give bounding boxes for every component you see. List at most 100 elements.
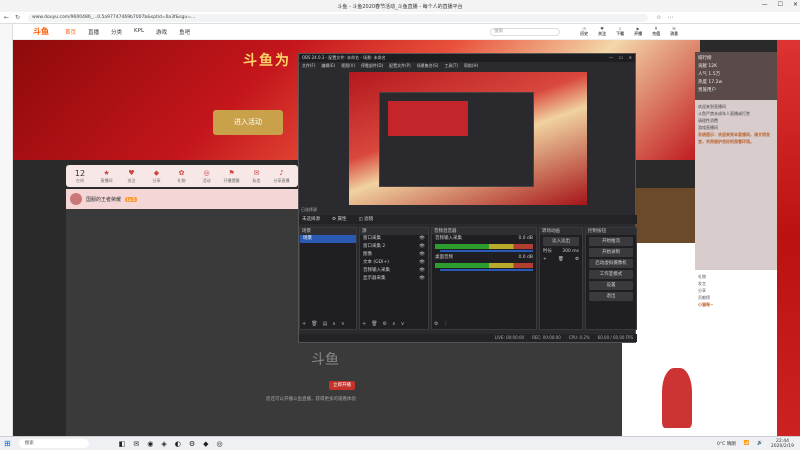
nav-forum[interactable]: 鱼吧 (179, 28, 190, 36)
minimize-icon[interactable]: — (762, 1, 768, 8)
add-icon[interactable]: + (362, 321, 366, 327)
volume-slider[interactable] (440, 269, 533, 271)
follow-icon[interactable]: ♥ 关注 (598, 26, 606, 37)
download-icon[interactable]: ⇩ 下载 (616, 26, 624, 37)
site-search-input[interactable]: 搜索 (490, 27, 561, 36)
start-live-button[interactable]: 立即开播 (329, 381, 355, 390)
obs-icon[interactable]: ◐ (175, 440, 181, 448)
menu-help[interactable]: 帮助(H) (464, 62, 478, 69)
recharge-icon[interactable]: ¥ 充值 (652, 26, 660, 37)
source-item[interactable]: 显示器采集 👁 (360, 275, 428, 283)
nav-live[interactable]: 直播 (88, 28, 99, 36)
noble-tab[interactable]: 贵族用户 (698, 87, 774, 95)
avatar[interactable] (70, 193, 82, 205)
game-ad-card[interactable] (636, 188, 696, 243)
down-icon[interactable]: ∨ (341, 321, 345, 327)
scene-item[interactable]: 场景 (300, 235, 356, 243)
transition-select[interactable]: 淡入淡出 (543, 237, 579, 246)
add-icon[interactable]: + (543, 256, 547, 264)
anchor-name[interactable]: 国服的王者荣耀 (86, 196, 121, 203)
weather-widget[interactable]: 0°C 晴朗 (717, 441, 736, 447)
room-tool-1[interactable]: ♥ 关注 (119, 169, 144, 184)
minimize-icon[interactable]: — (609, 54, 613, 62)
gear-icon[interactable]: ⚙ (383, 321, 387, 327)
gear-icon[interactable]: ⚙ (575, 256, 579, 264)
source-item[interactable]: 图像 👁 (360, 251, 428, 259)
menu-view[interactable]: 视图(V) (341, 62, 355, 69)
start-recording-button[interactable]: 开始录制 (589, 248, 633, 257)
source-item[interactable]: 窗口采集 👁 (360, 235, 428, 243)
volume-slider[interactable] (440, 250, 533, 252)
refresh-icon[interactable]: ↻ (15, 14, 20, 21)
mail-icon[interactable]: ✉ (133, 440, 139, 448)
message-icon[interactable]: ✉ 消息 (670, 26, 678, 37)
history-icon[interactable]: ◷ 历史 (580, 26, 588, 37)
menu-file[interactable]: 文件(F) (302, 62, 315, 69)
maximize-icon[interactable]: ☐ (619, 54, 623, 62)
studio-mode-button[interactable]: 工作室模式 (589, 270, 633, 279)
network-icon[interactable]: 📶 (744, 441, 750, 446)
duration-field[interactable]: 300 ms (562, 248, 579, 256)
up-icon[interactable]: ∧ (332, 321, 336, 327)
site-logo[interactable]: 斗鱼 (33, 26, 49, 37)
menu-edit[interactable]: 编辑(E) (321, 62, 335, 69)
menu-scene-collection[interactable]: 场景集合(S) (417, 62, 439, 69)
share-tab[interactable]: 分享 (698, 287, 774, 294)
room-tool-0[interactable]: ★ 直播间 (94, 169, 119, 184)
room-tool-7[interactable]: ♪ 分享直播 (269, 169, 294, 184)
obs-preview[interactable] (349, 72, 587, 205)
menu-profile[interactable]: 配置文件(P) (389, 62, 411, 69)
taskbar-search-input[interactable]: 搜索 (18, 439, 89, 448)
maximize-icon[interactable]: ☐ (778, 1, 783, 8)
virtual-camera-button[interactable]: 启动虚拟摄像机 (589, 259, 633, 268)
close-icon[interactable]: ✕ (629, 54, 632, 62)
nav-category[interactable]: 分类 (111, 28, 122, 36)
exit-button[interactable]: 退出 (589, 292, 633, 301)
more-icon[interactable]: ⋮ (443, 321, 448, 327)
edge-icon[interactable]: ◉ (147, 440, 153, 448)
room-tool-5[interactable]: ⚑ 开播提醒 (219, 169, 244, 184)
filter-icon[interactable]: ▤ (323, 321, 328, 327)
filters-button[interactable]: ◫ 滤镜 (358, 215, 373, 224)
steam-icon[interactable]: ◆ (203, 440, 208, 448)
star-icon[interactable]: ☆ (656, 14, 661, 21)
rank-title[interactable]: 排行榜 (698, 55, 774, 63)
source-item[interactable]: 文本 (GDI+) 👁 (360, 259, 428, 267)
banner-event-button[interactable]: 进入活动 (213, 110, 283, 135)
down-icon[interactable]: ∨ (401, 321, 405, 327)
start-streaming-button[interactable]: 开始推流 (589, 237, 633, 246)
contrib-tab[interactable]: 贡献榜 (698, 294, 774, 301)
taskview-icon[interactable]: ◧ (119, 440, 126, 448)
properties-button[interactable]: ⚙ 属性 (332, 215, 346, 224)
nav-home[interactable]: 首页 (65, 28, 76, 36)
room-tool-2[interactable]: ◆ 分享 (144, 169, 169, 184)
source-item[interactable]: 窗口采集 2 👁 (360, 243, 428, 251)
trash-icon[interactable]: 🗑 (371, 321, 377, 327)
trash-icon[interactable]: 🗑 (311, 321, 317, 327)
source-item[interactable]: 音频输入采集 👁 (360, 267, 428, 275)
game-icon[interactable]: ◎ (216, 440, 222, 448)
broadcast-icon[interactable]: ▶ 开播 (634, 26, 642, 37)
add-icon[interactable]: + (302, 321, 306, 327)
volume-icon[interactable]: 🔊 (757, 441, 763, 446)
trash-icon[interactable]: 🗑 (558, 256, 564, 264)
gift-tab[interactable]: 礼物 (698, 273, 774, 280)
settings-button[interactable]: 设置 (589, 281, 633, 290)
nav-games[interactable]: 游戏 (156, 28, 167, 36)
close-icon[interactable]: ✕ (793, 1, 798, 8)
menu-docks[interactable]: 停靠部件(D) (361, 62, 383, 69)
store-icon[interactable]: ◈ (161, 440, 166, 448)
settings-icon[interactable]: ⚙ (189, 440, 195, 448)
back-icon[interactable]: ← (4, 14, 9, 21)
nav-kpl[interactable]: KPL (134, 28, 144, 36)
windows-start-icon[interactable]: ⊞ (4, 439, 11, 448)
highlight-user[interactable]: 小猫咪~ (698, 301, 774, 308)
speak-tab[interactable]: 发言 (698, 280, 774, 287)
room-tool-6[interactable]: ✉ 私信 (244, 169, 269, 184)
up-icon[interactable]: ∧ (392, 321, 396, 327)
room-tool-3[interactable]: ✿ 礼物 (169, 169, 194, 184)
room-tool-4[interactable]: ◎ 活动 (194, 169, 219, 184)
clock[interactable]: 22:44 2020/2/19 (771, 439, 794, 449)
url-field[interactable]: www.douyu.com/9600486_...0.5a97747469b70… (28, 13, 649, 22)
menu-tools[interactable]: 工具(T) (444, 62, 458, 69)
